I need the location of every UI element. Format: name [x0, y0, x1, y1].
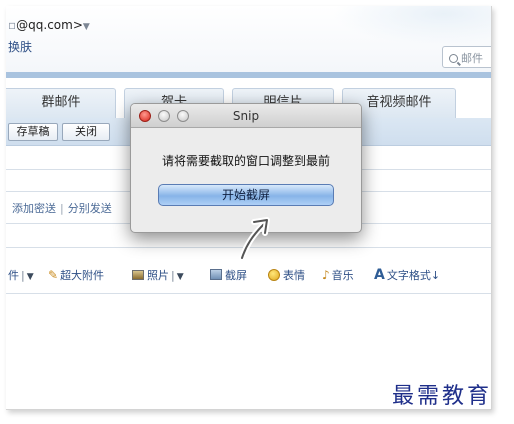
- send-separately-link[interactable]: 分别发送: [68, 202, 112, 215]
- snip-title: Snip: [232, 109, 260, 123]
- chevron-down-icon[interactable]: ▼: [27, 272, 34, 282]
- options-separator: |: [60, 202, 64, 215]
- music-label: 音乐: [331, 269, 354, 282]
- start-screenshot-button[interactable]: 开始截屏: [158, 184, 334, 206]
- text-format-button[interactable]: A 文字格式↓: [374, 267, 440, 283]
- header-decoration: [332, 6, 491, 46]
- photo-button[interactable]: 照片 | ▼: [132, 267, 184, 283]
- add-bcc-link[interactable]: 添加密送: [12, 202, 56, 215]
- tab-group-mail[interactable]: 群邮件: [6, 88, 116, 118]
- snip-title-bar[interactable]: Snip: [131, 104, 361, 128]
- watermark-text: 最需教育: [392, 384, 493, 409]
- search-icon: [449, 54, 458, 63]
- chevron-down-icon[interactable]: ▼: [177, 272, 184, 282]
- skin-link[interactable]: 换肤: [8, 38, 32, 55]
- save-draft-button[interactable]: 存草稿: [8, 123, 58, 141]
- email-prefix-icon: ▫: [8, 18, 17, 32]
- music-note-icon: ♪: [322, 268, 330, 282]
- attach-file-label: 件: [8, 269, 19, 282]
- screenshot-button[interactable]: 截屏: [210, 267, 247, 283]
- big-attachment-label: 超大附件: [60, 269, 105, 282]
- attach-separator: |: [21, 269, 25, 282]
- screenshot-stage: ▫@qq.com>▼ 换肤 邮件 群邮件 贺卡 明信片 音视频邮件 存草稿 关闭…: [0, 0, 514, 424]
- paperclip-icon: ✎: [48, 268, 59, 282]
- account-email-text: @qq.com>: [16, 18, 83, 32]
- screenshot-icon: [210, 269, 222, 280]
- account-email[interactable]: ▫@qq.com>▼: [8, 18, 90, 32]
- music-button[interactable]: ♪ 音乐: [322, 267, 354, 283]
- screenshot-label: 截屏: [225, 269, 247, 282]
- emoji-button[interactable]: 表情: [268, 267, 305, 283]
- recipient-options: 添加密送 | 分别发送: [12, 200, 112, 216]
- emoji-icon: [268, 269, 280, 281]
- big-attachment-button[interactable]: ✎ 超大附件: [48, 267, 104, 283]
- search-placeholder: 邮件: [461, 52, 483, 65]
- search-input[interactable]: 邮件: [442, 46, 491, 68]
- close-button[interactable]: 关闭: [62, 123, 110, 141]
- curved-arrow-icon: [239, 217, 270, 261]
- text-format-label: 文字格式↓: [386, 269, 441, 282]
- header-divider: [6, 72, 491, 78]
- font-icon: A: [374, 267, 385, 283]
- mail-header: ▫@qq.com>▼ 换肤 邮件: [6, 6, 491, 76]
- photo-separator: |: [171, 269, 175, 282]
- chevron-down-icon[interactable]: ▼: [83, 22, 90, 32]
- photo-label: 照片: [147, 269, 169, 282]
- attach-file-button[interactable]: 件 | ▼: [8, 267, 34, 283]
- emoji-label: 表情: [283, 269, 305, 282]
- photo-icon: [132, 270, 144, 280]
- snip-message: 请将需要截取的窗口调整到最前: [161, 154, 330, 168]
